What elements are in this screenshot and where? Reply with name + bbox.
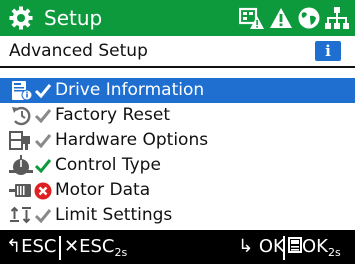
page-title: Setup xyxy=(44,6,103,30)
subheader: Advanced Setup i xyxy=(0,36,355,68)
section-title: Advanced Setup xyxy=(9,41,148,61)
globe-icon xyxy=(298,7,320,29)
close-icon: ✕ xyxy=(64,236,80,257)
error-icon xyxy=(34,182,52,200)
menu-item-label: Drive Information xyxy=(55,80,205,100)
ok-long-key[interactable]: OK2s xyxy=(288,230,341,264)
menu-item-label: Limit Settings xyxy=(55,205,173,225)
menu-item-factory-reset[interactable]: Factory Reset xyxy=(0,103,355,128)
esc-long-label: ESC xyxy=(79,236,115,257)
menu-item-drive-information[interactable]: Drive Information xyxy=(0,78,355,103)
menu-item-limit-settings[interactable]: Limit Settings xyxy=(0,203,355,228)
menu-item-label: Factory Reset xyxy=(55,105,170,125)
menu-list: Drive Information Factory Reset Hardware… xyxy=(0,78,355,228)
menu-item-label: Control Type xyxy=(55,155,161,175)
divider xyxy=(283,236,285,260)
menu-item-hardware-options[interactable]: Hardware Options xyxy=(0,128,355,153)
check-icon xyxy=(34,109,52,124)
info-button[interactable]: i xyxy=(315,41,341,61)
info-icon: i xyxy=(325,42,331,60)
enter-arrow-icon: ↳ xyxy=(238,236,254,257)
network-icon xyxy=(325,7,349,29)
menu-item-control-type[interactable]: Control Type xyxy=(0,153,355,178)
warning-sign-icon xyxy=(239,7,264,29)
ok-label: OK xyxy=(258,236,285,257)
divider xyxy=(59,236,61,260)
check-icon xyxy=(34,134,52,149)
ok-key[interactable]: ↳ OK xyxy=(238,230,285,264)
esc-key[interactable]: ↰ESC xyxy=(6,230,56,264)
softkey-bar: ↰ESC ✕ESC2s ↳ OK OK2s xyxy=(0,230,355,264)
back-arrow-icon: ↰ xyxy=(6,236,22,257)
esc-long-key[interactable]: ✕ESC2s xyxy=(64,230,127,264)
reset-icon xyxy=(12,106,31,126)
title-bar: Setup xyxy=(0,0,355,36)
menu-item-label: Motor Data xyxy=(55,180,151,200)
limits-icon xyxy=(10,206,31,224)
gear-icon xyxy=(9,6,33,30)
motor-icon xyxy=(9,184,31,197)
check-icon xyxy=(34,159,52,174)
status-icons xyxy=(239,4,349,32)
menu-item-label: Hardware Options xyxy=(55,130,209,150)
check-icon xyxy=(34,209,52,224)
alert-triangle-icon xyxy=(270,8,292,28)
menu-item-motor-data[interactable]: Motor Data xyxy=(0,178,355,203)
drive-info-icon xyxy=(12,81,33,101)
control-type-icon xyxy=(9,155,33,175)
ok-long-label: OK xyxy=(302,236,328,257)
check-icon xyxy=(34,84,52,99)
esc-label: ESC xyxy=(21,236,57,257)
hardware-icon xyxy=(9,131,30,150)
esc-long-duration: 2s xyxy=(114,246,128,259)
ok-long-duration: 2s xyxy=(327,246,341,259)
save-icon xyxy=(288,237,302,253)
